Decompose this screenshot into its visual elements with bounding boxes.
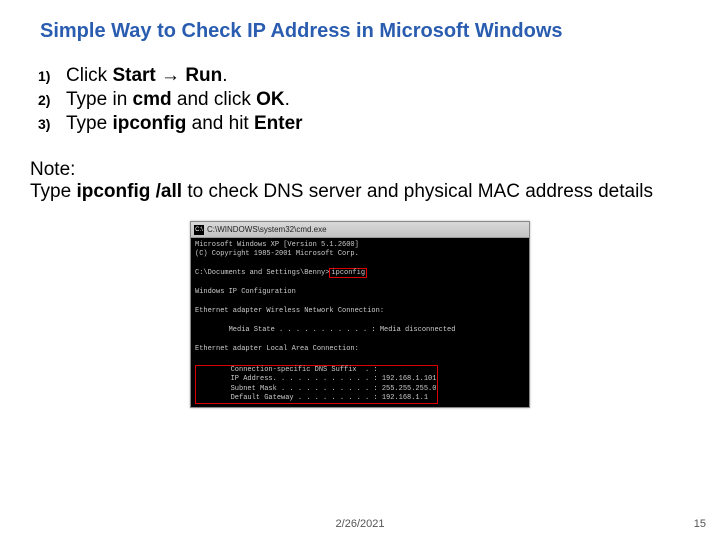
- step-text: Type in cmd and click OK.: [66, 89, 690, 111]
- footer-date: 2/26/2021: [336, 518, 385, 530]
- cmd-line: Windows IP Configuration: [195, 288, 525, 297]
- cmd-line: Default Gateway . . . . . . . . . : 192.…: [197, 394, 436, 403]
- cmd-line: Microsoft Windows XP [Version 5.1.2600]: [195, 241, 525, 250]
- step-num: 3): [30, 116, 66, 132]
- step-1: 1) Click Start → Run.: [30, 65, 690, 87]
- note-label: Note:: [30, 159, 690, 181]
- cmd-output-highlight: Connection-specific DNS Suffix . : IP Ad…: [195, 365, 438, 405]
- cmd-window: C:\ C:\WINDOWS\system32\cmd.exe Microsof…: [190, 221, 530, 408]
- cmd-line: Ethernet adapter Local Area Connection:: [195, 345, 525, 354]
- cmd-line: [195, 279, 525, 288]
- steps-list: 1) Click Start → Run. 2) Type in cmd and…: [30, 65, 690, 135]
- cmd-line: Connection-specific DNS Suffix . :: [197, 366, 436, 375]
- footer-page-number: 15: [694, 518, 706, 530]
- cmd-line: [195, 335, 525, 344]
- step-num: 1): [30, 68, 66, 84]
- step-num: 2): [30, 92, 66, 108]
- cmd-highlight: ipconfig: [329, 268, 367, 278]
- cmd-prompt-line: C:\Documents and Settings\Benny>ipconfig: [195, 269, 525, 278]
- cmd-titlebar: C:\ C:\WINDOWS\system32\cmd.exe: [191, 222, 529, 238]
- cmd-line: Ethernet adapter Wireless Network Connec…: [195, 307, 525, 316]
- cmd-line: IP Address. . . . . . . . . . . . : 192.…: [197, 375, 436, 384]
- note-body: Type ipconfig /all to check DNS server a…: [30, 181, 690, 203]
- cmd-line: [195, 317, 525, 326]
- cmd-line: [195, 298, 525, 307]
- step-3: 3) Type ipconfig and hit Enter: [30, 113, 690, 135]
- step-text: Click Start → Run.: [66, 65, 690, 87]
- step-2: 2) Type in cmd and click OK.: [30, 89, 690, 111]
- note-block: Note: Type ipconfig /all to check DNS se…: [30, 159, 690, 203]
- step-text: Type ipconfig and hit Enter: [66, 113, 690, 135]
- cmd-icon: C:\: [194, 225, 204, 235]
- cmd-line: [195, 354, 525, 363]
- cmd-line: Subnet Mask . . . . . . . . . . . : 255.…: [197, 385, 436, 394]
- cmd-body: Microsoft Windows XP [Version 5.1.2600] …: [191, 238, 529, 407]
- cmd-title: C:\WINDOWS\system32\cmd.exe: [207, 225, 327, 234]
- cmd-line: (C) Copyright 1985-2001 Microsoft Corp.: [195, 250, 525, 259]
- cmd-line: Media State . . . . . . . . . . . : Medi…: [195, 326, 525, 335]
- page-title: Simple Way to Check IP Address in Micros…: [40, 20, 690, 43]
